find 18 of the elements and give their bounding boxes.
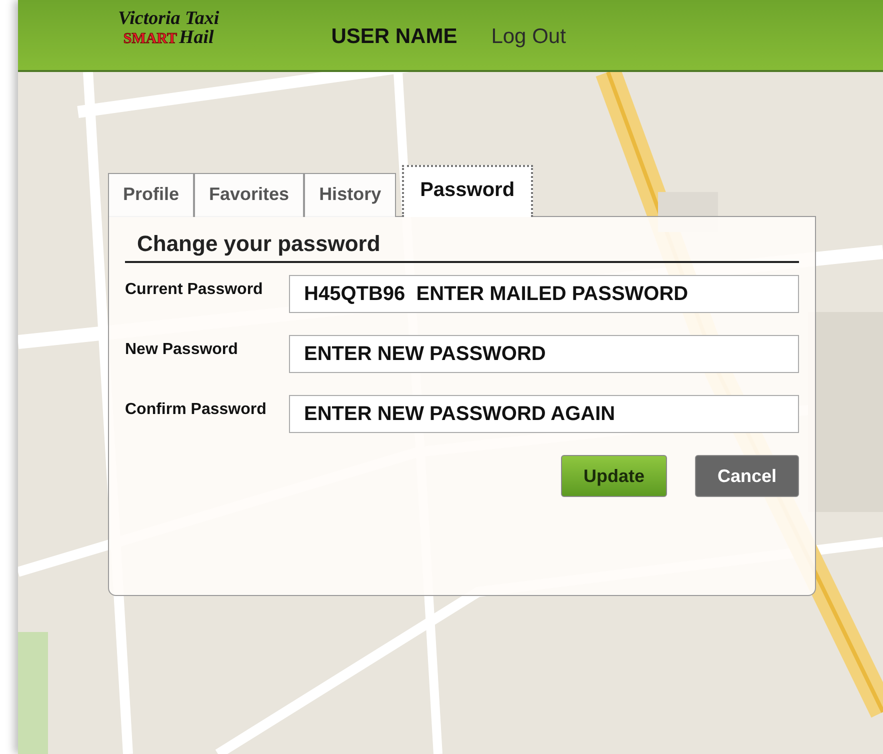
password-field[interactable]: ENTER NEW PASSWORD AGAIN [289,395,799,433]
logo-text: Victoria Taxi [118,9,220,28]
tab[interactable]: Profile [108,173,194,217]
logout-link[interactable]: Log Out [491,25,566,49]
field-label: Current Password [125,280,264,300]
panel-title: Change your password [137,231,382,258]
password-field[interactable]: H45QTB96 ENTER MAILED PASSWORD [289,275,799,313]
update-button[interactable]: Update [561,455,667,497]
user-name: USER NAME [331,25,458,49]
tab[interactable]: Favorites [194,173,304,217]
tab[interactable]: Password [402,165,533,217]
logo-text: Hail [179,28,214,47]
tab[interactable]: History [304,173,396,217]
password-field[interactable]: ENTER NEW PASSWORD [289,335,799,373]
field-label: New Password [125,340,239,360]
cancel-button[interactable]: Cancel [695,455,799,497]
field-label: Confirm Password [125,400,268,420]
logo-text: SMART [123,32,177,47]
